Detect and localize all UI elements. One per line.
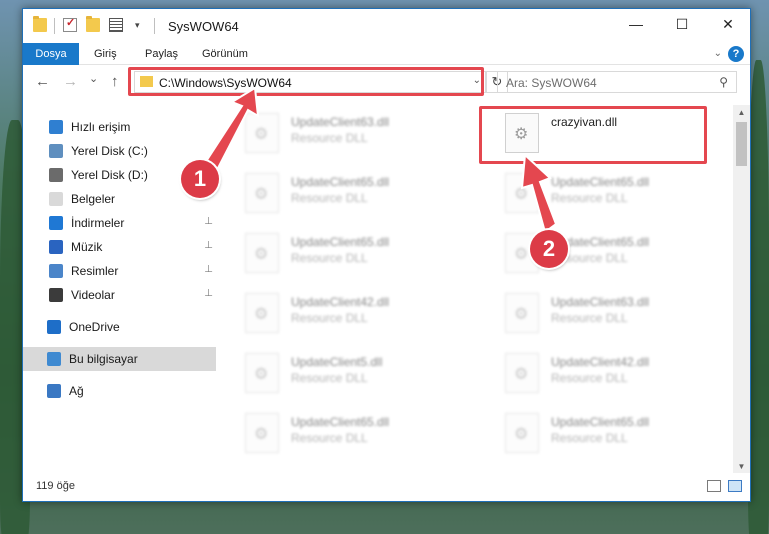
arrow-1 [203,86,260,174]
step-2-badge: 2 [530,230,568,268]
arrow-2 [520,152,558,234]
step-1-badge: 1 [181,160,219,198]
annotation-arrows [203,86,558,234]
